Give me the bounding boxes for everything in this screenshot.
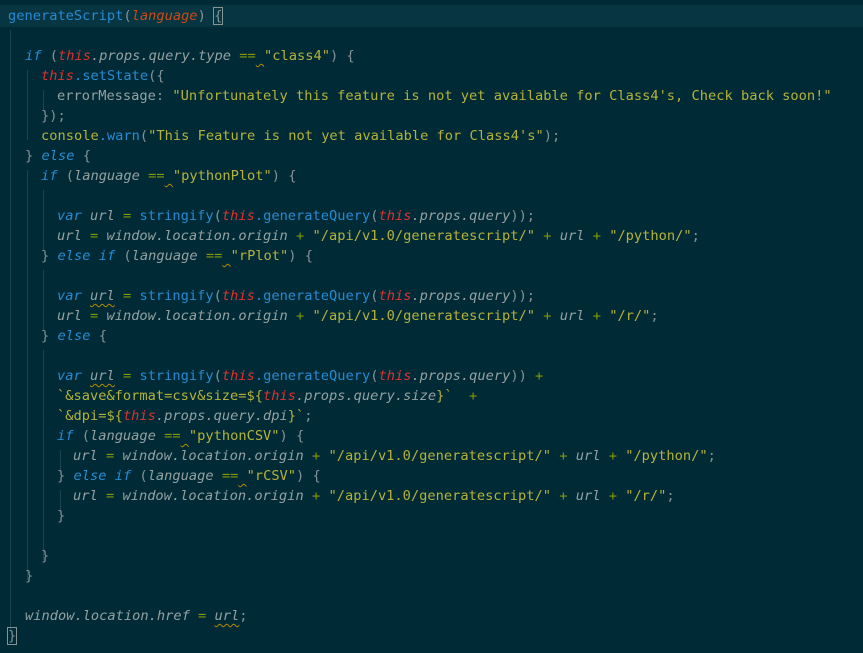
code-line-22: if (language == "pythonCSV") { [57,428,305,444]
code-line-23: url = window.location.origin + "/api/v1.… [73,448,716,464]
code-line-3: if (this.props.query.type == "class4") { [25,48,355,64]
code-line-25: url = window.location.origin + "/api/v1.… [73,488,675,504]
code-line-19: var url = stringify(this.generateQuery(t… [57,368,544,384]
code-line-15: var url = stringify(this.generateQuery(t… [57,288,536,304]
code-line-31: window.location.href = url; [25,608,248,624]
code-editor[interactable]: generateScript(language) { if (this.prop… [0,0,863,653]
matched-brace: { [213,7,224,25]
code-line-29: } [25,568,34,584]
code-line-17: } else { [41,328,107,344]
function-name: generateScript [8,8,124,24]
indent-guide [43,350,44,560]
code-line-16: url = window.location.origin + "/api/v1.… [57,308,659,324]
code-line-24: } else if (language == "rCSV") { [57,468,321,484]
code-line-12: url = window.location.origin + "/api/v1.… [57,228,700,244]
indent-guide [27,170,28,580]
code-line-28: } [41,548,50,564]
code-line-20: `&save&format=csv&size=${this.props.quer… [57,388,478,404]
code-line-6: }); [41,108,66,124]
code-line-9: if (language == "pythonPlot") { [41,168,297,184]
matched-brace: } [6,627,18,645]
indent-guide [43,270,44,330]
code-line-5: errorMessage: "Unfortunately this featur… [57,88,832,104]
code-line-11: var url = stringify(this.generateQuery(t… [57,208,536,224]
code-line-8: } else { [25,148,91,164]
indent-guide [43,190,44,250]
code-line-26: } [57,508,66,524]
parameter: language [131,8,198,24]
indent-guide [10,30,11,630]
code-line-32: } [6,626,18,646]
code-line-7: console.warn("This Feature is not yet av… [41,128,561,144]
indent-guide [27,70,28,140]
code-line-4: this.setState({ [41,68,165,84]
code-line-1: generateScript(language) { [8,7,224,25]
code-line-21: `&dpi=${this.props.query.dpi}`; [57,408,313,424]
code-line-13: } else if (language == "rPlot") { [41,248,314,264]
